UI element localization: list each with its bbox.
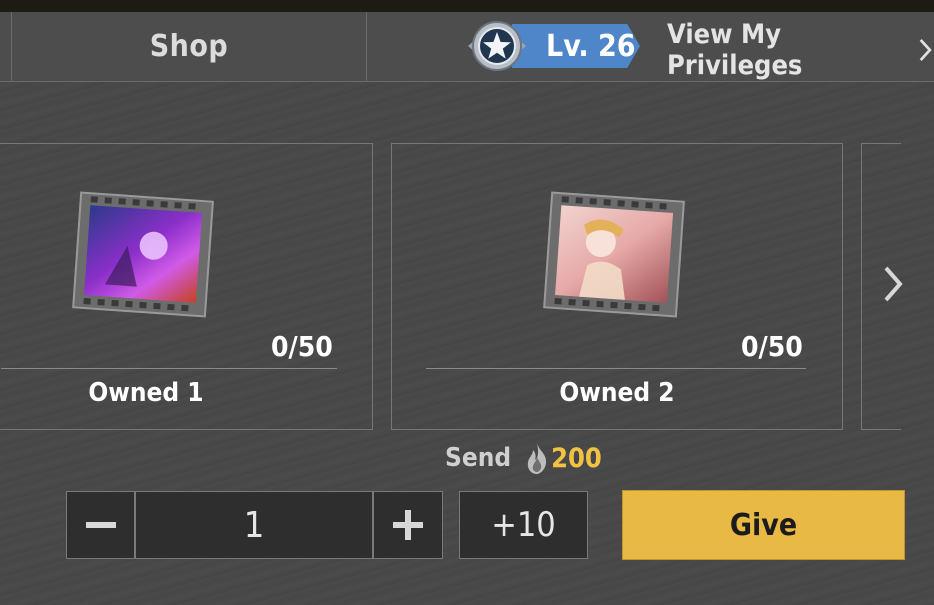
- item-card[interactable]: 0/50 Owned 2: [391, 143, 843, 430]
- plus-icon: [393, 510, 423, 540]
- view-privileges-link[interactable]: View My Privileges: [667, 19, 934, 81]
- item-label: Owned 1: [88, 378, 204, 408]
- level-pill: Lv. 26: [512, 24, 640, 68]
- divider: [426, 368, 806, 369]
- give-label: Give: [729, 507, 798, 543]
- view-privileges-label: View My Privileges: [667, 19, 803, 81]
- level-badge[interactable]: Lv. 26: [466, 18, 656, 74]
- quantity-display[interactable]: 1: [135, 491, 373, 559]
- flame-icon: [527, 443, 547, 474]
- send-amount: 200: [551, 442, 602, 474]
- send-label: Send: [445, 443, 512, 473]
- give-button[interactable]: Give: [622, 490, 905, 560]
- plus-ten-button[interactable]: +10: [459, 491, 588, 559]
- item-card[interactable]: 0/50 Owned 1: [0, 143, 373, 430]
- increase-button[interactable]: [373, 491, 443, 559]
- chevron-right-icon: [920, 38, 933, 62]
- top-strip: [0, 0, 934, 12]
- chevron-right-icon[interactable]: [880, 262, 906, 306]
- send-summary: Send 200: [445, 438, 602, 478]
- item-count: 0/50: [271, 330, 333, 363]
- decrease-button[interactable]: [66, 491, 135, 559]
- level-text: Lv. 26: [546, 28, 636, 64]
- star-emblem-icon: [468, 21, 526, 71]
- tab-shop[interactable]: Shop: [12, 12, 366, 81]
- plus-ten-label: +10: [491, 505, 556, 545]
- item-label: Owned 2: [559, 378, 675, 408]
- pink-heroine-card-icon: [543, 191, 685, 318]
- tab-divider: [366, 12, 367, 81]
- divider: [1, 368, 337, 369]
- quantity-value: 1: [243, 504, 265, 546]
- purple-hero-card-icon: [72, 191, 214, 318]
- minus-icon: [85, 522, 116, 528]
- item-count: 0/50: [741, 330, 803, 363]
- tab-shop-label: Shop: [149, 29, 229, 64]
